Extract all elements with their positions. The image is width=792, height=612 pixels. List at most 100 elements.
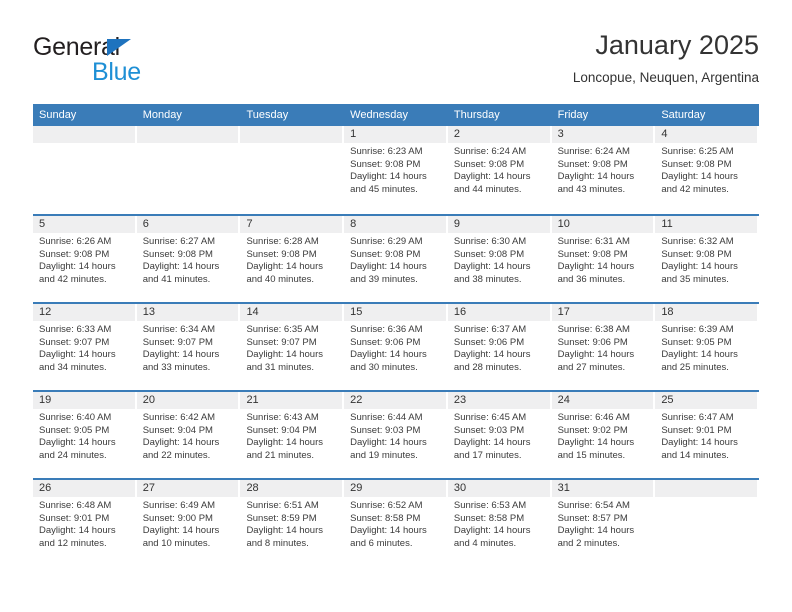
- calendar-day-cell[interactable]: 13 Sunrise: 6:34 AM Sunset: 9:07 PM Dayligh…: [136, 304, 241, 390]
- calendar-day-cell[interactable]: 30 Sunrise: 6:53 AM Sunset: 8:58 PM Dayligh…: [447, 480, 552, 566]
- day-detail-line: Sunrise: 6:32 AM: [661, 236, 734, 247]
- calendar-day-cell-empty: [136, 126, 241, 214]
- calendar-day-cell[interactable]: 20 Sunrise: 6:42 AM Sunset: 9:04 PM Dayligh…: [136, 392, 241, 478]
- day-detail-line: Sunset: 9:08 PM: [557, 248, 628, 260]
- calendar-day-inner: 13 Sunrise: 6:34 AM Sunset: 9:07 PM Dayligh…: [136, 304, 239, 390]
- calendar-day-cell[interactable]: 2 Sunrise: 6:24 AM Sunset: 9:08 PM Daylight…: [447, 126, 552, 214]
- calendar-day-cell[interactable]: 14 Sunrise: 6:35 AM Sunset: 9:07 PM Dayligh…: [240, 304, 345, 390]
- day-detail-lines: Sunrise: 6:44 AM Sunset: 9:03 PM Daylight:…: [344, 409, 446, 462]
- day-detail-line: Sunset: 9:08 PM: [142, 248, 213, 260]
- calendar-day-cell[interactable]: 19 Sunrise: 6:40 AM Sunset: 9:05 PM Dayligh…: [33, 392, 137, 478]
- calendar-day-cell[interactable]: 12 Sunrise: 6:33 AM Sunset: 9:07 PM Dayligh…: [33, 304, 137, 390]
- day-detail-line: Daylight: 14 hours: [350, 349, 427, 361]
- calendar-day-cell[interactable]: 6 Sunrise: 6:27 AM Sunset: 9:08 PM Daylight…: [136, 216, 241, 302]
- day-detail-line: Sunset: 9:03 PM: [350, 424, 421, 436]
- calendar-day-cell[interactable]: 15 Sunrise: 6:36 AM Sunset: 9:06 PM Dayligh…: [344, 304, 448, 390]
- day-detail-line: and 36 minutes.: [557, 273, 626, 285]
- calendar-day-cell[interactable]: 24 Sunrise: 6:46 AM Sunset: 9:02 PM Dayligh…: [551, 392, 656, 478]
- day-detail-line: Daylight: 14 hours: [661, 171, 738, 183]
- calendar-grid: Sunday Monday Tuesday Wednesday Thursday Frid…: [33, 104, 760, 566]
- weekday-header-row: Sunday Monday Tuesday Wednesday Thursday Frid…: [33, 104, 759, 126]
- day-detail-line: Daylight: 14 hours: [557, 437, 635, 449]
- calendar-day-cell[interactable]: 5 Sunrise: 6:26 AM Sunset: 9:08 PM Daylight…: [33, 216, 137, 302]
- day-detail-line: Daylight: 14 hours: [453, 437, 531, 449]
- weekday-header-wednesday: Wednesday: [350, 109, 409, 121]
- calendar-day-cell[interactable]: 27 Sunrise: 6:49 AM Sunset: 9:00 PM Dayligh…: [136, 480, 241, 566]
- day-detail-line: Daylight: 14 hours: [557, 349, 635, 361]
- day-detail-lines: [240, 143, 342, 146]
- calendar-day-inner: [136, 126, 239, 214]
- calendar-day-cell[interactable]: 21 Sunrise: 6:43 AM Sunset: 9:04 PM Dayligh…: [240, 392, 345, 478]
- day-detail-line: Sunset: 9:04 PM: [246, 424, 317, 436]
- day-detail-line: and 8 minutes.: [246, 537, 309, 549]
- day-detail-line: Sunset: 9:05 PM: [39, 424, 110, 436]
- logo-triangle-icon: [107, 39, 131, 56]
- day-detail-line: Sunrise: 6:36 AM: [350, 324, 423, 335]
- day-detail-line: and 35 minutes.: [661, 273, 729, 285]
- calendar-day-cell[interactable]: 4 Sunrise: 6:25 AM Sunset: 9:08 PM Daylight…: [655, 126, 760, 214]
- day-detail-line: Sunset: 9:08 PM: [453, 248, 525, 260]
- day-number: 28: [240, 480, 343, 497]
- calendar-day-inner: 2 Sunrise: 6:24 AM Sunset: 9:08 PM Daylight…: [447, 126, 550, 214]
- day-detail-line: Sunset: 9:00 PM: [142, 512, 213, 524]
- day-detail-line: and 24 minutes.: [39, 449, 107, 461]
- day-detail-line: Daylight: 14 hours: [661, 349, 738, 361]
- day-detail-line: Sunset: 9:02 PM: [557, 424, 628, 436]
- calendar-day-cell[interactable]: 28 Sunrise: 6:51 AM Sunset: 8:59 PM Dayligh…: [240, 480, 345, 566]
- calendar-day-cell[interactable]: 22 Sunrise: 6:44 AM Sunset: 9:03 PM Dayligh…: [344, 392, 448, 478]
- day-detail-lines: Sunrise: 6:25 AM Sunset: 9:08 PM Daylight:…: [655, 143, 757, 196]
- day-detail-line: Sunset: 9:06 PM: [557, 336, 628, 348]
- day-detail-line: Sunset: 9:06 PM: [350, 336, 421, 348]
- calendar-day-cell[interactable]: 17 Sunrise: 6:38 AM Sunset: 9:06 PM Dayligh…: [551, 304, 656, 390]
- day-detail-line: Sunset: 9:05 PM: [661, 336, 732, 348]
- page-header: General Blue January 2025 Loncopue, Neuq…: [33, 28, 759, 98]
- day-number: 1: [344, 126, 446, 143]
- day-detail-line: Sunrise: 6:40 AM: [39, 412, 112, 423]
- day-detail-line: Sunrise: 6:53 AM: [453, 500, 527, 511]
- calendar-day-cell[interactable]: 10 Sunrise: 6:31 AM Sunset: 9:08 PM Dayligh…: [551, 216, 656, 302]
- calendar-day-cell[interactable]: 26 Sunrise: 6:48 AM Sunset: 9:01 PM Dayligh…: [33, 480, 137, 566]
- day-detail-lines: Sunrise: 6:49 AM Sunset: 9:00 PM Daylight:…: [137, 497, 239, 550]
- day-number: 10: [551, 216, 654, 233]
- day-number: 29: [344, 480, 446, 497]
- day-number: 15: [344, 304, 446, 321]
- day-detail-lines: Sunrise: 6:27 AM Sunset: 9:08 PM Daylight:…: [137, 233, 239, 286]
- day-detail-line: Sunrise: 6:51 AM: [246, 500, 319, 511]
- calendar-day-cell-empty: [655, 480, 760, 566]
- calendar-day-cell-empty: [240, 126, 345, 214]
- calendar-day-cell[interactable]: 18 Sunrise: 6:39 AM Sunset: 9:05 PM Dayligh…: [655, 304, 760, 390]
- day-detail-line: Sunset: 9:08 PM: [246, 248, 317, 260]
- day-detail-line: and 42 minutes.: [661, 183, 729, 195]
- calendar-day-cell[interactable]: 11 Sunrise: 6:32 AM Sunset: 9:08 PM Dayligh…: [655, 216, 760, 302]
- calendar-day-cell[interactable]: 7 Sunrise: 6:28 AM Sunset: 9:08 PM Daylight…: [240, 216, 345, 302]
- calendar-day-cell[interactable]: 9 Sunrise: 6:30 AM Sunset: 9:08 PM Daylight…: [447, 216, 552, 302]
- calendar-day-cell[interactable]: 8 Sunrise: 6:29 AM Sunset: 9:08 PM Daylight…: [344, 216, 448, 302]
- general-blue-logo[interactable]: General Blue: [33, 34, 233, 92]
- calendar-day-cell[interactable]: 31 Sunrise: 6:54 AM Sunset: 8:57 PM Dayligh…: [551, 480, 656, 566]
- day-detail-line: Daylight: 14 hours: [557, 261, 635, 273]
- day-detail-line: Sunset: 9:08 PM: [350, 158, 421, 170]
- day-detail-line: Daylight: 14 hours: [350, 261, 427, 273]
- day-detail-line: and 14 minutes.: [661, 449, 729, 461]
- day-detail-line: Daylight: 14 hours: [661, 261, 738, 273]
- calendar-day-cell-empty: [33, 126, 137, 214]
- day-detail-line: Sunrise: 6:48 AM: [39, 500, 112, 511]
- day-number: 13: [136, 304, 239, 321]
- calendar-day-cell[interactable]: 3 Sunrise: 6:24 AM Sunset: 9:08 PM Daylight…: [551, 126, 656, 214]
- day-detail-line: and 27 minutes.: [557, 361, 626, 373]
- calendar-day-cell[interactable]: 25 Sunrise: 6:47 AM Sunset: 9:01 PM Dayligh…: [655, 392, 760, 478]
- calendar-day-inner: 6 Sunrise: 6:27 AM Sunset: 9:08 PM Daylight…: [136, 216, 239, 302]
- day-detail-line: Sunrise: 6:52 AM: [350, 500, 423, 511]
- calendar-day-cell[interactable]: 1 Sunrise: 6:23 AM Sunset: 9:08 PM Daylight…: [344, 126, 448, 214]
- day-detail-line: Sunset: 9:08 PM: [557, 158, 628, 170]
- day-detail-line: Daylight: 14 hours: [453, 171, 531, 183]
- day-detail-line: Daylight: 14 hours: [142, 525, 220, 537]
- calendar-day-cell[interactable]: 29 Sunrise: 6:52 AM Sunset: 8:58 PM Dayligh…: [344, 480, 448, 566]
- day-detail-line: Sunrise: 6:34 AM: [142, 324, 216, 335]
- calendar-day-cell[interactable]: 16 Sunrise: 6:37 AM Sunset: 9:06 PM Dayligh…: [447, 304, 552, 390]
- calendar-day-inner: 7 Sunrise: 6:28 AM Sunset: 9:08 PM Daylight…: [240, 216, 343, 302]
- calendar-day-cell[interactable]: 23 Sunrise: 6:45 AM Sunset: 9:03 PM Dayligh…: [447, 392, 552, 478]
- day-detail-line: and 38 minutes.: [453, 273, 522, 285]
- weekday-header-saturday: Saturday: [661, 109, 706, 121]
- day-detail-lines: Sunrise: 6:43 AM Sunset: 9:04 PM Daylight:…: [240, 409, 342, 462]
